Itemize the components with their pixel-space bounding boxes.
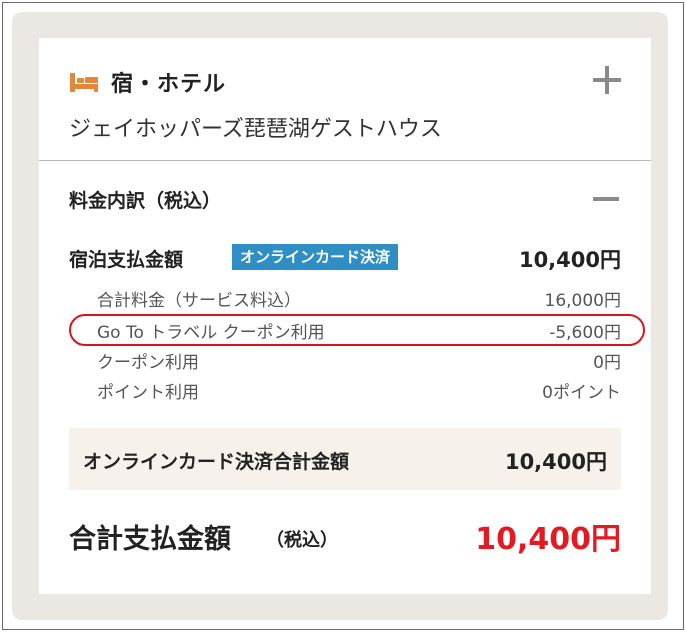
online-card-total-box: オンラインカード決済合計金額 10,400円 [69, 428, 621, 490]
hotel-header: 宿・ホテル [69, 66, 226, 98]
detail-value: 0ポイント [542, 383, 621, 403]
breakdown-title: 料金内訳（税込） [69, 190, 222, 212]
detail-row-points: ポイント利用 0ポイント [97, 378, 621, 403]
highlight-annotation-ring [69, 314, 645, 346]
grand-total-amount: 10,400円 [475, 522, 621, 557]
lodging-payment-amount: 10,400円 [518, 248, 621, 272]
detail-row-total-fee: 合計料金（サービス料込） 16,000円 [97, 286, 621, 311]
online-card-total-amount: 10,400円 [504, 450, 607, 474]
detail-row-coupon: クーポン利用 0円 [97, 348, 621, 373]
grand-total-label: 合計支払金額 [69, 524, 231, 555]
lodging-payment-row: 宿泊支払金額 オンラインカード決済 10,400円 [69, 242, 621, 272]
section-divider [39, 160, 651, 161]
detail-label: ポイント利用 [97, 383, 199, 403]
grand-total-tax-note: （税込） [266, 530, 338, 551]
bed-icon [70, 73, 98, 92]
payment-method-badge: オンラインカード決済 [232, 244, 399, 270]
grand-total-row: 合計支払金額 （税込） 10,400円 [69, 514, 621, 558]
expand-plus-icon[interactable] [593, 66, 621, 94]
detail-label: クーポン利用 [97, 353, 199, 373]
detail-value: 16,000円 [544, 291, 621, 311]
detail-label: 合計料金（サービス料込） [97, 291, 301, 311]
hotel-name: ジェイホッパーズ琵琶湖ゲストハウス [69, 117, 442, 142]
detail-value: 0円 [593, 353, 621, 373]
online-card-total-label: オンラインカード決済合計金額 [83, 451, 350, 473]
collapse-minus-icon[interactable] [593, 197, 619, 201]
lodging-payment-label: 宿泊支払金額 [69, 249, 184, 271]
hotel-category-label: 宿・ホテル [111, 72, 227, 97]
